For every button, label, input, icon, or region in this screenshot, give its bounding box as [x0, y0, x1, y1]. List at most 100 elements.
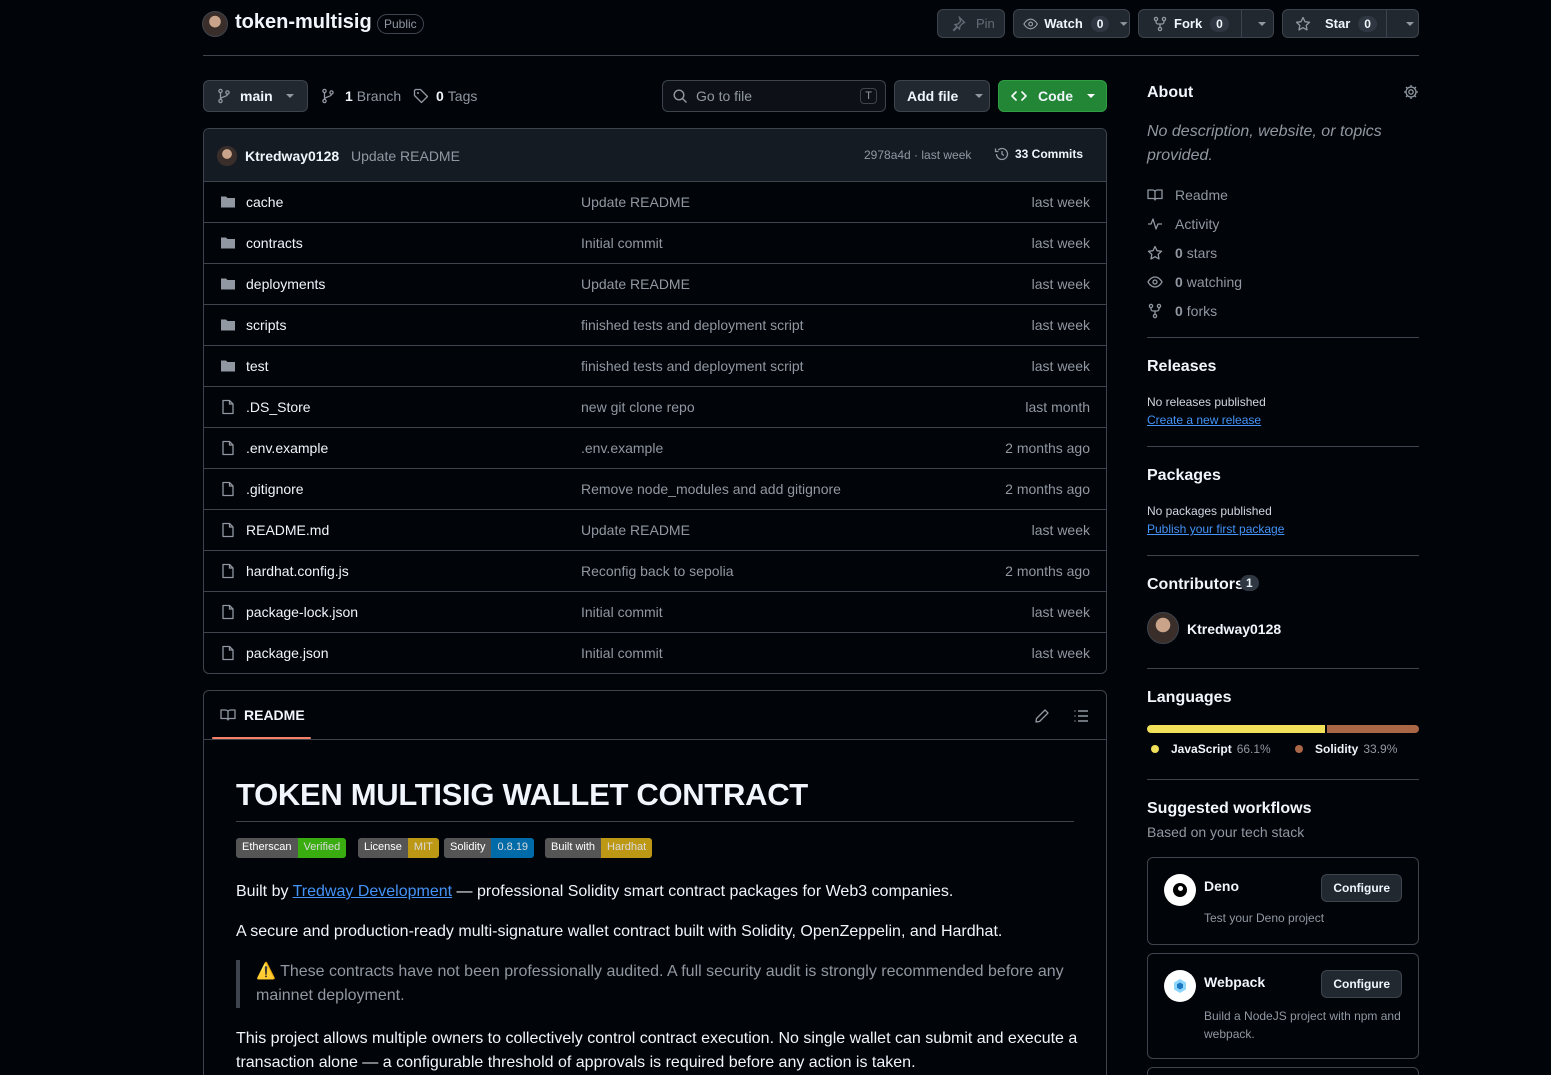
readme-badge[interactable]: Built with Hardhat	[545, 838, 653, 858]
language-dot	[1151, 745, 1159, 753]
tredway-development-link[interactable]: Tredway Development	[293, 883, 452, 900]
repo-name[interactable]: token-multisig	[235, 11, 372, 34]
file-commit-message[interactable]: Update README	[581, 194, 690, 210]
language-legend-item[interactable]: JavaScript 66.1%	[1151, 742, 1271, 756]
readme-badge[interactable]: Etherscan Verified	[236, 838, 347, 858]
file-name-link[interactable]: hardhat.config.js	[246, 563, 349, 579]
file-name-link[interactable]: .DS_Store	[246, 399, 311, 415]
readme-badge[interactable]: License MIT	[358, 838, 439, 858]
branch-selector[interactable]: main	[203, 80, 308, 112]
stars-link[interactable]: 0 stars	[1147, 245, 1217, 261]
file-row: package-lock.json Initial commit last week	[204, 592, 1106, 633]
file-commit-message[interactable]: .env.example	[581, 440, 663, 456]
file-name-link[interactable]: .env.example	[246, 440, 328, 456]
commits-label: 33 Commits	[1015, 147, 1084, 161]
language-legend-item[interactable]: Solidity 33.9%	[1295, 742, 1397, 756]
file-commit-date: last week	[1031, 522, 1090, 538]
file-commit-message[interactable]: Initial commit	[581, 645, 663, 661]
branch-icon	[218, 88, 230, 104]
file-icon-wrap	[220, 481, 236, 497]
file-name-link[interactable]: .gitignore	[246, 481, 304, 497]
file-commit-message[interactable]: Update README	[581, 522, 690, 538]
file-commit-message[interactable]: finished tests and deployment script	[581, 358, 804, 374]
configure-deno-button[interactable]: Configure	[1321, 874, 1402, 902]
releases-heading[interactable]: Releases	[1147, 358, 1216, 376]
commit-message[interactable]: Update README	[351, 148, 460, 164]
file-commit-message[interactable]: new git clone repo	[581, 399, 695, 415]
file-commit-message[interactable]: Remove node_modules and add gitignore	[581, 481, 841, 497]
pin-label: Pin	[976, 16, 995, 31]
chevron-down-icon[interactable]	[1257, 19, 1267, 29]
file-name-link[interactable]: deployments	[246, 276, 325, 292]
forks-link[interactable]: 0 forks	[1147, 303, 1217, 319]
add-file-button[interactable]: Add file	[894, 80, 990, 112]
fork-button[interactable]: Fork 0	[1138, 9, 1274, 38]
file-icon	[222, 481, 234, 497]
readme-link[interactable]: Readme	[1147, 187, 1228, 203]
file-commit-message[interactable]: Reconfig back to sepolia	[581, 563, 734, 579]
activity-link[interactable]: Activity	[1147, 216, 1219, 232]
deno-logo	[1164, 874, 1196, 906]
file-name-link[interactable]: scripts	[246, 317, 286, 333]
file-commit-message[interactable]: Initial commit	[581, 604, 663, 620]
book-icon	[220, 709, 236, 721]
branch-count: 1	[345, 88, 353, 104]
outline-list-icon[interactable]	[1073, 708, 1089, 724]
commits-link[interactable]: 33 Commits	[994, 146, 1083, 162]
file-row: cache Update README last week	[204, 182, 1106, 223]
folder-icon-wrap	[220, 235, 236, 251]
warning-icon: ⚠️	[256, 963, 276, 980]
file-name-link[interactable]: cache	[246, 194, 283, 210]
pin-button[interactable]: Pin	[937, 9, 1005, 38]
pencil-icon[interactable]	[1034, 708, 1050, 724]
watching-link[interactable]: 0 watching	[1147, 274, 1242, 290]
file-name-link[interactable]: package.json	[246, 645, 329, 661]
tags-link[interactable]: 0 Tags	[413, 88, 477, 104]
badge-value: 0.8.19	[491, 838, 535, 858]
create-release-link[interactable]: Create a new release	[1147, 413, 1261, 427]
commit-author-avatar[interactable]	[217, 146, 237, 166]
language-percent: 33.9%	[1363, 742, 1398, 756]
commit-author[interactable]: Ktredway0128	[245, 148, 339, 164]
forks-count: 0	[1175, 303, 1183, 319]
language-bar-segment	[1327, 725, 1419, 733]
publish-package-link[interactable]: Publish your first package	[1147, 522, 1284, 536]
commit-hash-time[interactable]: 2978a4d · last week	[864, 148, 971, 162]
branches-link[interactable]: 1 Branch	[321, 88, 401, 104]
watch-button[interactable]: Watch 0	[1013, 9, 1130, 38]
go-to-file-input[interactable]: Go to file T	[662, 80, 886, 112]
file-name-link[interactable]: README.md	[246, 522, 329, 538]
file-commit-message[interactable]: Initial commit	[581, 235, 663, 251]
file-row: package.json Initial commit last week	[204, 633, 1106, 673]
packages-heading[interactable]: Packages	[1147, 467, 1221, 485]
readme-badge[interactable]: Solidity 0.8.19	[444, 838, 535, 858]
gear-icon[interactable]	[1403, 84, 1419, 100]
chevron-down-icon	[975, 94, 984, 98]
readme-paragraph-project: This project allows multiple owners to c…	[236, 1030, 1078, 1071]
chevron-down-icon[interactable]	[1119, 19, 1129, 29]
file-commit-date: last month	[1025, 399, 1090, 415]
file-name-link[interactable]: test	[246, 358, 269, 374]
repo-avatar[interactable]	[202, 11, 228, 37]
tag-count: 0	[436, 88, 444, 104]
chevron-down-icon[interactable]	[1405, 19, 1415, 29]
file-commit-message[interactable]: Update README	[581, 276, 690, 292]
readme-tab[interactable]: README	[220, 707, 305, 723]
stars-label: stars	[1186, 245, 1218, 261]
packages-empty: No packages published	[1147, 504, 1272, 518]
folder-icon-wrap	[220, 358, 236, 374]
file-commit-message[interactable]: finished tests and deployment script	[581, 317, 804, 333]
file-name-link[interactable]: package-lock.json	[246, 604, 358, 620]
badge-label: Solidity	[444, 838, 492, 858]
contributor-avatar[interactable]	[1147, 612, 1179, 644]
configure-webpack-button[interactable]: Configure	[1321, 970, 1402, 998]
code-button[interactable]: Code	[998, 80, 1107, 112]
fork-count: 0	[1210, 15, 1229, 32]
watch-label: Watch	[1044, 16, 1083, 31]
branch-icon	[322, 88, 334, 104]
language-percent: 66.1%	[1236, 742, 1271, 756]
star-button[interactable]: Star 0	[1282, 9, 1419, 38]
contributors-heading[interactable]: Contributors	[1147, 576, 1244, 594]
file-name-link[interactable]: contracts	[246, 235, 303, 251]
contributor-name[interactable]: Ktredway0128	[1187, 621, 1281, 637]
